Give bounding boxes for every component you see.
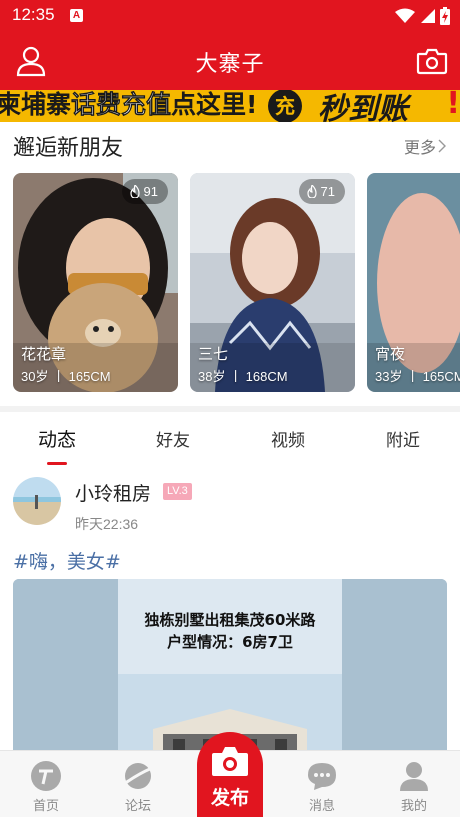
feed-tabs: 动态 好友 视频 附近 (0, 412, 460, 466)
page-title: 大寨子 (195, 52, 265, 77)
promo-banner[interactable]: 柬埔寨话费充值点这里! 充 秒到账 ! (0, 90, 460, 122)
forum-planet-icon (123, 763, 153, 789)
friend-info: 38岁 丨 168CM (198, 369, 288, 384)
section-title: 邂逅新朋友 (13, 136, 124, 161)
friend-info: 33岁 丨 165CM (375, 369, 460, 384)
chat-bubble-icon (308, 763, 336, 790)
tab-dynamics[interactable]: 动态 (38, 425, 76, 452)
publish-button[interactable]: 发布 (197, 732, 263, 817)
likes-badge: 71 (298, 179, 345, 204)
wifi-icon (395, 8, 415, 23)
post-author[interactable]: 小玲租房 (75, 479, 151, 506)
nav-messages-label: 消息 (308, 799, 335, 814)
banner-suffix: 点这里! (171, 90, 258, 119)
nav-mine[interactable]: 我的 (368, 751, 460, 817)
app-notification-icon: A (70, 9, 83, 22)
camera-icon (212, 747, 248, 776)
friend-name: 三七 (198, 345, 229, 363)
app-header: 大寨子 (0, 32, 460, 90)
banner-big-text: 秒到账 (318, 92, 408, 122)
publish-label: 发布 (210, 787, 249, 809)
battery-charging-icon (440, 7, 450, 25)
flame-icon (306, 185, 317, 198)
flame-icon (129, 185, 140, 198)
friend-card[interactable]: 71 三七 38岁 丨 168CM (190, 173, 355, 392)
friend-card[interactable]: 宵夜 33岁 丨 165CM (367, 173, 460, 392)
active-tab-indicator (47, 462, 67, 465)
chevron-right-icon (438, 139, 446, 153)
more-label: 更多 (403, 138, 436, 157)
signal-icon (421, 9, 435, 23)
friends-section-header: 邂逅新朋友 更多 (0, 122, 460, 170)
banner-exclamation: ! (446, 90, 460, 121)
image-caption-line1: 独栋别墅出租集茂60米路 (144, 611, 316, 629)
likes-badge: 91 (121, 179, 168, 204)
tab-nearby[interactable]: 附近 (386, 426, 420, 451)
nav-messages[interactable]: 消息 (276, 751, 368, 817)
likes-count: 91 (143, 184, 158, 199)
camera-icon[interactable] (416, 46, 448, 76)
level-badge: LV.3 (163, 483, 192, 500)
nav-home[interactable]: 首页 (0, 751, 92, 817)
friend-info: 30岁 丨 165CM (21, 369, 111, 384)
banner-circle-badge: 充 (268, 90, 302, 122)
status-time: 12:35 (12, 5, 55, 24)
profile-icon (400, 762, 428, 791)
status-icons (395, 7, 450, 25)
tab-friends[interactable]: 好友 (156, 426, 190, 451)
post-topic[interactable]: #嗨，美女# (13, 547, 121, 574)
friend-cards: 91 花花章 30岁 丨 165CM 71 三七 38岁 丨 168CM 宵夜 … (0, 173, 460, 393)
friend-name: 花花章 (21, 345, 67, 363)
more-link[interactable]: 更多 (404, 134, 446, 158)
nav-mine-label: 我的 (400, 799, 427, 814)
friend-card[interactable]: 91 花花章 30岁 丨 165CM (13, 173, 178, 392)
avatar[interactable] (13, 477, 61, 525)
banner-text: 柬埔寨话费充值点这里! (0, 90, 257, 120)
nav-forum[interactable]: 论坛 (92, 751, 184, 817)
post-time: 昨天22:36 (75, 516, 139, 532)
nav-forum-label: 论坛 (124, 799, 151, 814)
likes-count: 71 (320, 184, 335, 199)
banner-highlight: 话费充值 (71, 90, 172, 119)
image-caption-line2: 户型情况：6房7卫 (167, 633, 293, 651)
friend-name: 宵夜 (375, 345, 406, 363)
tab-videos[interactable]: 视频 (271, 426, 305, 451)
home-logo-icon (31, 761, 61, 791)
nav-home-label: 首页 (32, 799, 59, 814)
status-bar: 12:35 A (0, 0, 460, 32)
banner-prefix: 柬埔寨 (0, 90, 72, 119)
app-screen: 12:35 A 大寨子 柬埔寨话费充值点这里! 充 秒到账 ! 邂逅新朋友 更多 (0, 0, 460, 817)
